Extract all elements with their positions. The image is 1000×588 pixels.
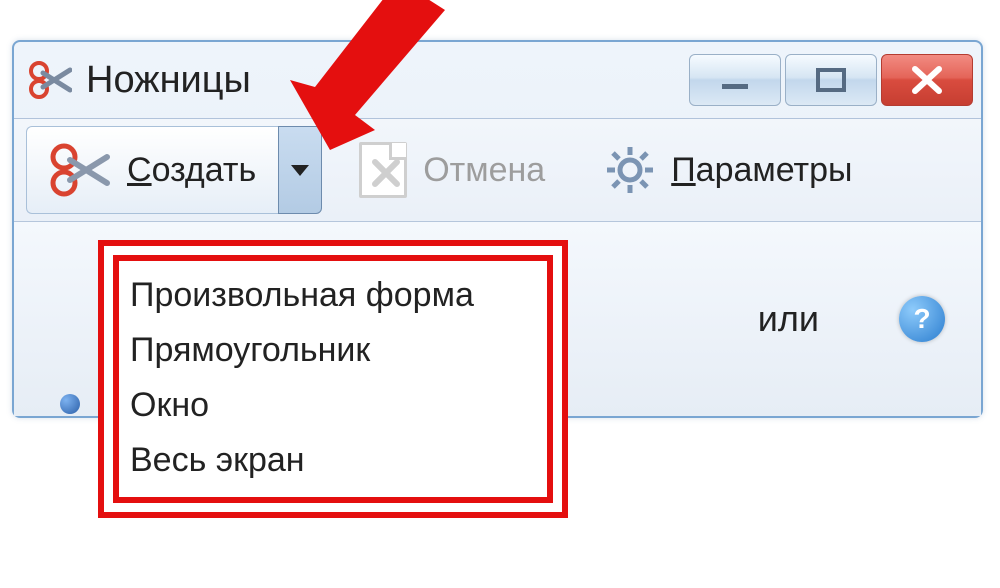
title-left: Ножницы xyxy=(28,58,251,102)
create-button[interactable]: Создать xyxy=(26,126,278,214)
scissors-app-icon xyxy=(28,58,72,102)
dropdown-item-rectangle[interactable]: Прямоугольник xyxy=(130,323,536,378)
close-button[interactable] xyxy=(881,54,973,106)
gear-icon xyxy=(605,145,655,195)
minimize-button[interactable] xyxy=(689,54,781,106)
maximize-button[interactable] xyxy=(785,54,877,106)
window-title: Ножницы xyxy=(86,59,251,102)
annotation-arrow xyxy=(260,0,480,205)
parameters-button[interactable]: Параметры xyxy=(582,144,875,196)
partial-visible-text: или xyxy=(758,298,819,340)
create-label: Создать xyxy=(127,151,256,190)
help-icon[interactable]: ? xyxy=(899,296,945,342)
dropdown-item-freeform[interactable]: Произвольная форма xyxy=(130,268,536,323)
parameters-label: Параметры xyxy=(671,151,852,190)
dropdown-item-fullscreen[interactable]: Весь экран xyxy=(130,433,536,488)
scissors-icon xyxy=(49,139,111,201)
bullet-icon xyxy=(60,394,80,414)
dropdown-item-window[interactable]: Окно xyxy=(130,378,536,433)
create-dropdown-menu: Произвольная форма Прямоугольник Окно Ве… xyxy=(98,240,568,518)
toolbar: Создать Отмена xyxy=(14,118,981,222)
titlebar: Ножницы xyxy=(14,42,981,118)
window-controls xyxy=(689,54,973,106)
